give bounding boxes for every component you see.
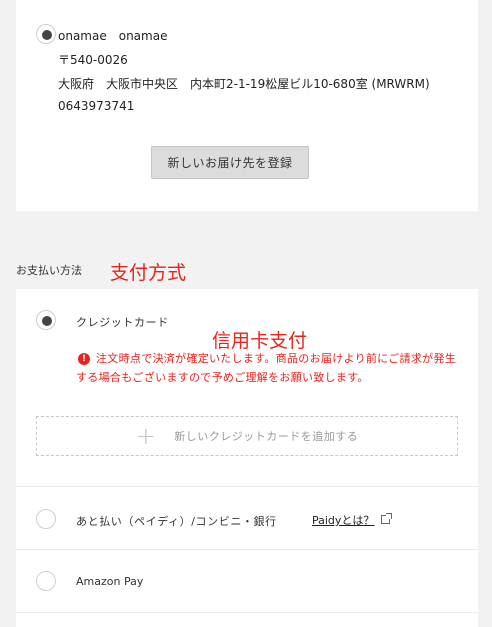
add-credit-card-button[interactable]: + 新しいクレジットカードを追加する	[36, 416, 458, 456]
payment-section-label: お支払い方法	[16, 264, 82, 277]
address-postal: 〒540-0026	[58, 53, 128, 67]
address-street: 大阪府 大阪市中央区 内本町2-1-19松屋ビル10-680室 (MRWRM)	[58, 77, 430, 91]
credit-card-label: クレジットカード	[76, 316, 169, 329]
address-name: onamae onamae	[58, 29, 168, 43]
paidy-info-link[interactable]: Paidyとは？	[312, 512, 374, 528]
external-link-icon	[381, 513, 392, 524]
credit-card-notice: 注文時点で決済が確定いたします。商品のお届けより前にご請求が発生する場合もござい…	[76, 352, 457, 384]
deferred-payment-label: あと払い（ペイディ）/コンビニ・銀行	[76, 515, 277, 528]
credit-card-radio[interactable]	[36, 310, 56, 330]
address-phone: 0643973741	[58, 99, 135, 113]
divider	[16, 486, 478, 487]
new-address-button[interactable]: 新しいお届け先を登録	[151, 146, 309, 179]
amazon-pay-label: Amazon Pay	[76, 575, 144, 588]
add-credit-card-label: 新しいクレジットカードを追加する	[174, 430, 359, 443]
divider	[16, 549, 478, 550]
deferred-payment-radio[interactable]	[36, 509, 56, 529]
divider	[16, 612, 478, 613]
address-radio[interactable]	[36, 24, 56, 44]
amazon-pay-radio[interactable]	[36, 571, 56, 591]
payment-annotation: 支付方式	[110, 262, 187, 284]
plus-icon: +	[135, 422, 157, 450]
